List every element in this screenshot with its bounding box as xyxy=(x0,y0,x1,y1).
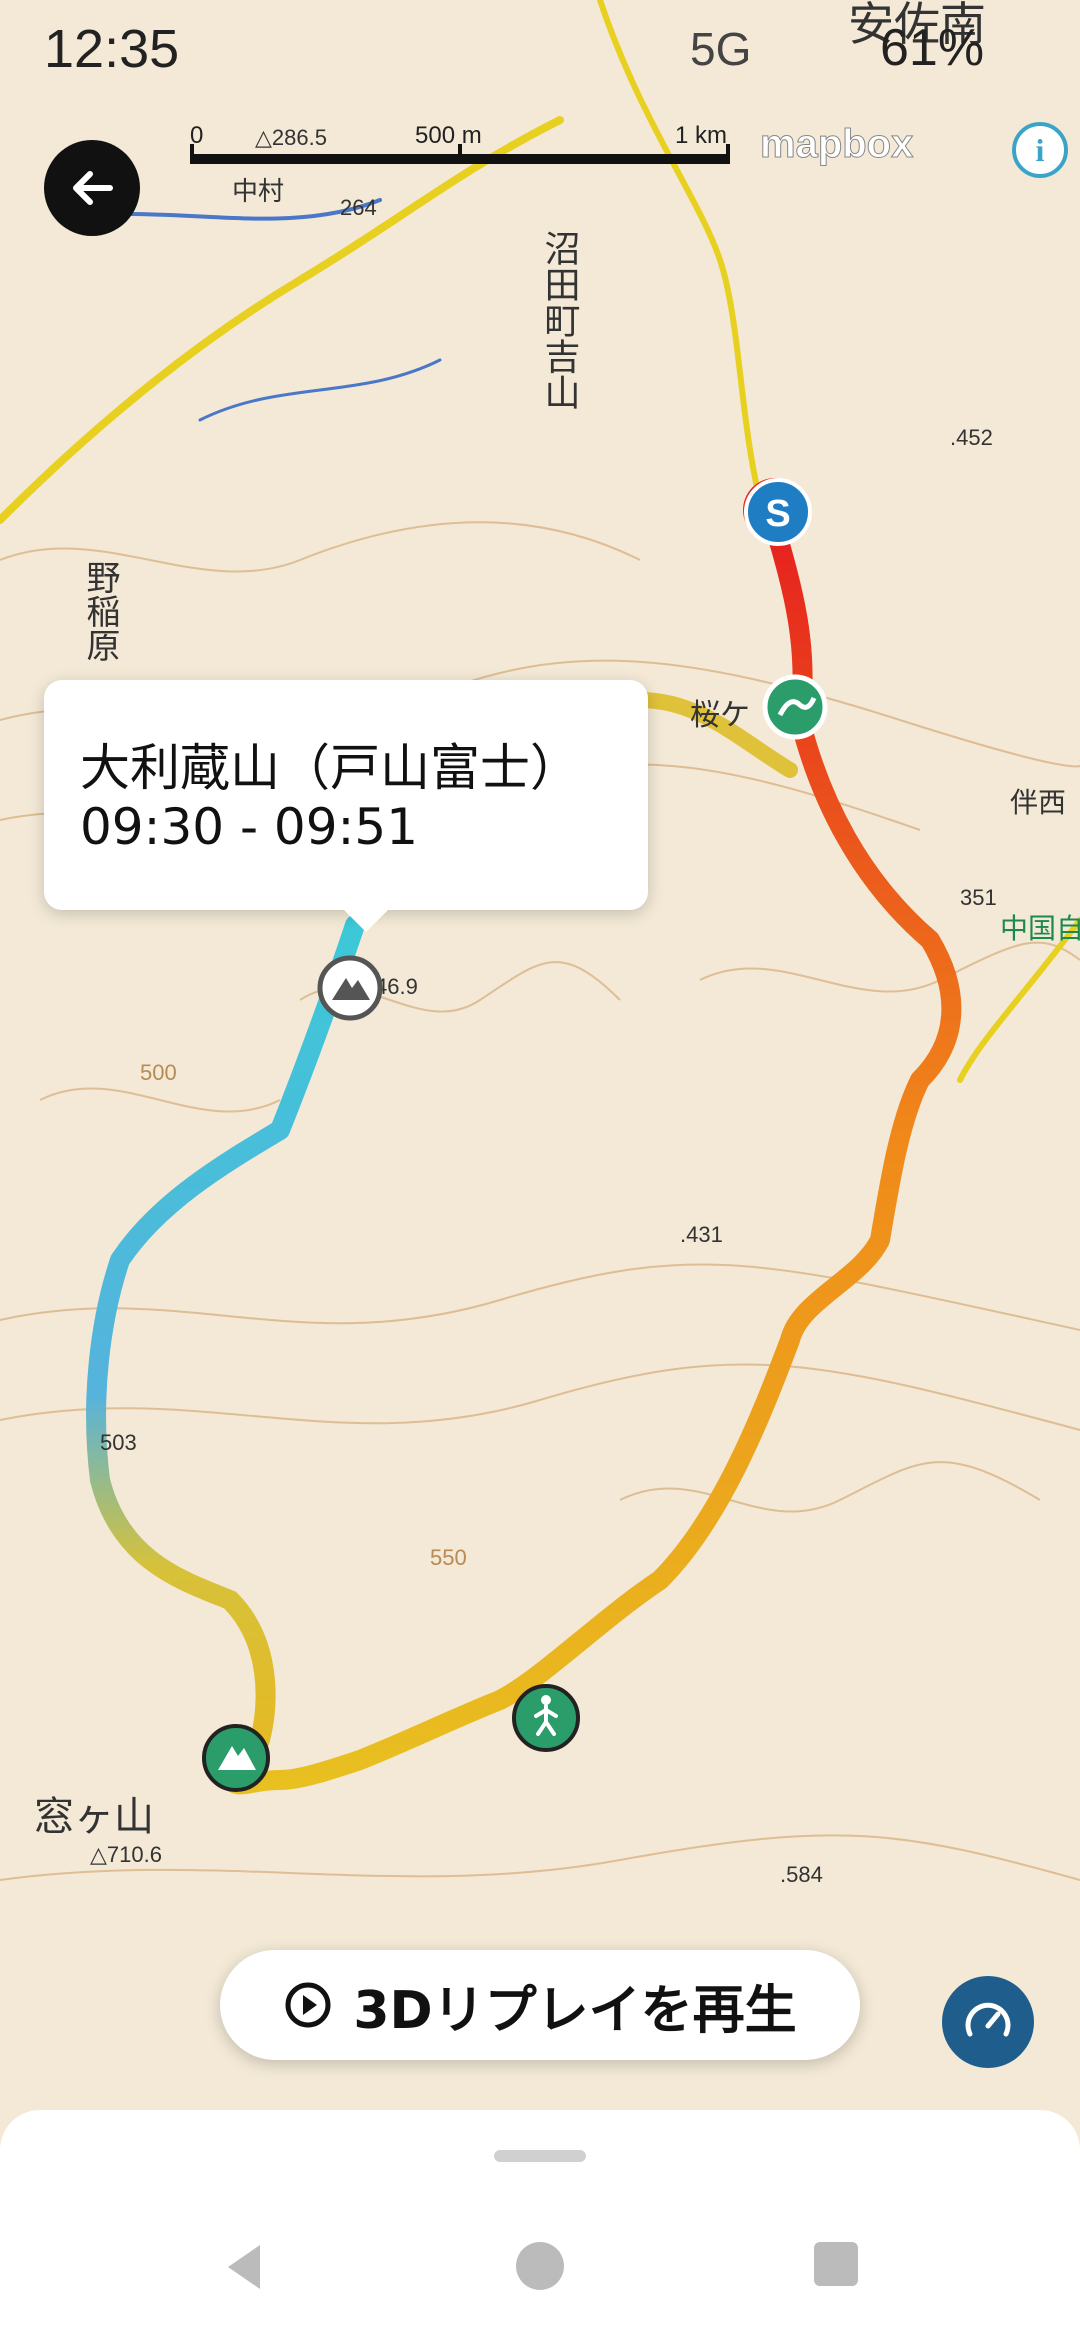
network-type: 5G xyxy=(690,23,752,75)
label-264: 264 xyxy=(340,195,377,220)
battery-level: 61% xyxy=(880,19,985,77)
nav-back-icon[interactable] xyxy=(220,2240,270,2298)
sheet-handle[interactable] xyxy=(494,2150,586,2162)
label-village: 野稲原 xyxy=(81,560,119,662)
summit-marker-selected[interactable] xyxy=(317,955,383,1021)
status-time: 12:35 xyxy=(44,19,180,79)
label-place-right: 伴西 xyxy=(1010,787,1066,818)
speedometer-button[interactable] xyxy=(942,1976,1034,2068)
label-503: 503 xyxy=(100,1430,137,1455)
svg-text:S: S xyxy=(765,493,790,535)
replay-label: 3Dリプレイを再生 xyxy=(353,1980,797,2041)
hiker-marker[interactable] xyxy=(512,1684,580,1752)
scale-end: 1 km xyxy=(675,122,728,149)
label-452: .452 xyxy=(950,425,993,450)
callout-name: 大利蔵山（戸山富士） xyxy=(80,739,580,797)
label-500: 500 xyxy=(140,1060,177,1085)
back-button[interactable] xyxy=(44,140,140,236)
label-nakamura: 中村 xyxy=(232,176,284,206)
system-nav-bar xyxy=(0,2200,1080,2340)
start-marker[interactable]: S xyxy=(743,478,812,546)
speedometer-icon xyxy=(965,2002,1011,2037)
replay-3d-button[interactable]: 3Dリプレイを再生 xyxy=(220,1950,860,2060)
label-550: 550 xyxy=(430,1545,467,1570)
label-584: .584 xyxy=(780,1862,823,1887)
play-circle-icon xyxy=(285,1982,331,2028)
arrow-left-icon xyxy=(73,171,113,205)
summit-callout[interactable]: 大利蔵山（戸山富士） 09:30 - 09:51 xyxy=(44,680,648,932)
info-icon[interactable]: i xyxy=(1012,122,1068,178)
waypoint-marker[interactable] xyxy=(762,674,828,740)
label-highway: 中国自 xyxy=(1000,913,1080,944)
label-sakura: 桜ケ xyxy=(690,699,750,732)
callout-time: 09:30 - 09:51 xyxy=(80,798,419,856)
mapbox-logo: mapbox xyxy=(759,122,914,167)
scale-mid: 500 m xyxy=(415,122,482,149)
nav-recents-icon[interactable] xyxy=(812,2240,860,2292)
label-7106: △710.6 xyxy=(90,1842,162,1867)
scale-bar: 0 500 m 1 km xyxy=(190,122,730,174)
label-351: 351 xyxy=(960,885,997,910)
status-bar: 12:35 5G 61% xyxy=(0,0,1080,100)
nav-home-icon[interactable] xyxy=(514,2240,566,2296)
label-town: 沼田町吉山 xyxy=(540,230,581,410)
label-mountain: 窓ヶ山 xyxy=(34,1795,154,1839)
label-431: .431 xyxy=(680,1222,723,1247)
summit-marker[interactable] xyxy=(202,1724,270,1792)
